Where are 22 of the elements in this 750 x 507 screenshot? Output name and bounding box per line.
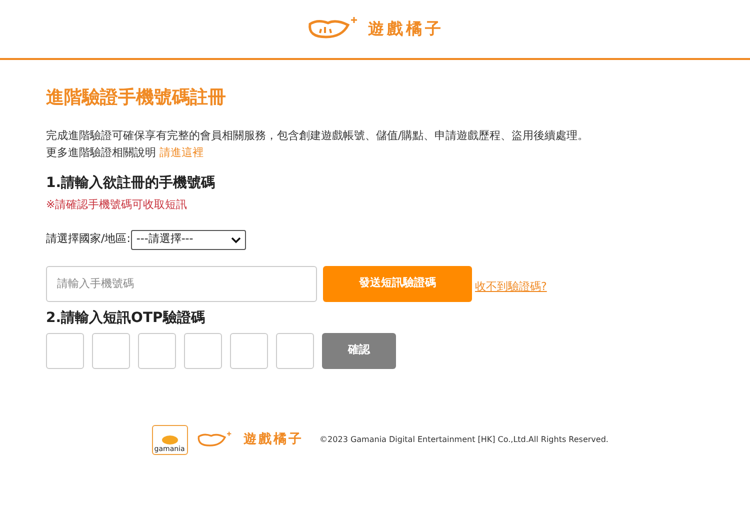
warning-text: ※請確認手機號碼可收取短訊: [46, 197, 188, 213]
chevron-down-icon: [231, 236, 242, 244]
step-heading: 2.請輸入短訊OTP驗證碼: [46, 308, 206, 328]
otp-digit-field[interactable]: [46, 332, 84, 368]
otp-digit-field[interactable]: [276, 332, 314, 368]
no-code-link[interactable]: 收不到驗證碼?: [475, 279, 547, 296]
phone-input-field[interactable]: 請輸入手機號碼: [46, 266, 317, 302]
logo-text: 遊戲橘子: [244, 430, 304, 449]
step-heading: 1.請輸入欲註冊的手機號碼: [46, 174, 216, 193]
otp-digit-field[interactable]: [184, 332, 222, 368]
intro-paragraph: 完成進階驗證可確保享有完整的會員相關服務，包含創建遊戲帳號、儲值/購點、申請遊戲歷程、盜用後續處理。: [46, 128, 590, 144]
region-select[interactable]: ---請選擇---: [131, 230, 246, 250]
send-sms-button[interactable]: 發送短訊驗證碼: [323, 266, 472, 302]
copyright-text: ©2023 Gamania Digital Entertainment [HK] Co.,Ltd.All Rights Reserved.: [320, 434, 608, 446]
otp-digit-field[interactable]: [138, 332, 176, 368]
region-label: 請選擇國家/地區:: [46, 231, 130, 248]
more-info-link[interactable]: 請進這裡: [160, 146, 204, 159]
help-text: 更多進階驗證相關說明: [46, 146, 156, 159]
otp-digit-field[interactable]: [230, 332, 268, 368]
page-title: 進階驗證手機號碼註冊: [46, 86, 227, 110]
logo-text: 遊戲橘子: [368, 18, 444, 40]
otp-digit-field[interactable]: [92, 332, 130, 368]
